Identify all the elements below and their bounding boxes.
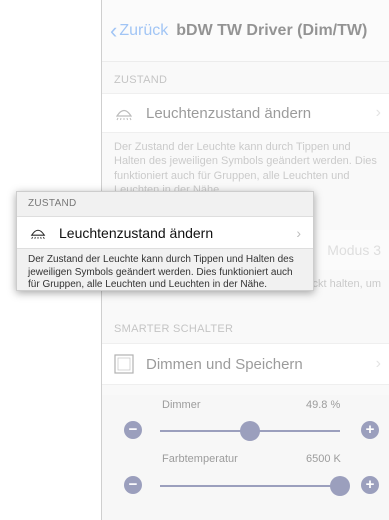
leuchtenzustand-label: Leuchtenzustand ändern bbox=[146, 104, 312, 122]
dimmen-speichern-label: Dimmen und Speichern bbox=[146, 355, 303, 373]
popup-section-header: ZUSTAND bbox=[28, 198, 77, 209]
chevron-left-icon[interactable]: ‹ bbox=[110, 19, 117, 42]
modus-value: Modus 3 bbox=[327, 242, 381, 258]
farbtemperatur-slider-track[interactable] bbox=[160, 485, 340, 487]
popup-leuchtenzustand-row[interactable]: Leuchtenzustand ändern › bbox=[17, 216, 313, 249]
zustand-popup: ZUSTAND Leuchtenzustand ändern › Der Zus… bbox=[16, 191, 314, 291]
section-header-smarter-schalter: SMARTER SCHALTER bbox=[114, 323, 234, 335]
square-icon bbox=[114, 354, 134, 374]
minus-icon[interactable]: − bbox=[124, 476, 142, 494]
minus-icon[interactable]: − bbox=[124, 421, 142, 439]
farbtemperatur-slider-knob[interactable] bbox=[330, 476, 350, 496]
plus-icon[interactable]: + bbox=[361, 421, 379, 439]
chevron-right-icon: › bbox=[375, 355, 381, 372]
ceiling-lamp-icon bbox=[114, 105, 134, 121]
plus-icon[interactable]: + bbox=[361, 476, 379, 494]
dimmer-value: 49.8 % bbox=[306, 399, 341, 411]
zustand-footer: Der Zustand der Leuchte kann durch Tippe… bbox=[114, 141, 377, 196]
chevron-right-icon: › bbox=[375, 104, 381, 121]
page-title: bDW TW Driver (Dim/TW) bbox=[176, 21, 368, 39]
back-button[interactable]: Zurück bbox=[119, 22, 168, 40]
farbtemperatur-label: Farbtemperatur bbox=[162, 453, 238, 465]
dimmer-slider-knob[interactable] bbox=[239, 421, 260, 441]
ceiling-lamp-icon bbox=[29, 225, 47, 240]
section-header-zustand: ZUSTAND bbox=[114, 74, 168, 86]
farbtemperatur-value: 6500 K bbox=[306, 453, 341, 465]
slider-panel: Dimmer 49.8 % − + Farbtemperatur 6500 K … bbox=[102, 395, 389, 520]
chevron-right-icon: › bbox=[296, 224, 301, 241]
leuchtenzustand-row[interactable]: Leuchtenzustand ändern › bbox=[102, 93, 389, 133]
navigation-bar: ‹ Zurück bDW TW Driver (Dim/TW) bbox=[102, 0, 389, 62]
popup-leuchtenzustand-label: Leuchtenzustand ändern bbox=[59, 224, 214, 241]
dimmen-speichern-row[interactable]: Dimmen und Speichern › bbox=[102, 343, 389, 385]
modus-footer-fragment: ckt halten, um bbox=[312, 278, 381, 290]
popup-footer: Der Zustand der Leuchte kann durch Tippe… bbox=[28, 254, 294, 290]
dimmer-label: Dimmer bbox=[162, 399, 201, 411]
